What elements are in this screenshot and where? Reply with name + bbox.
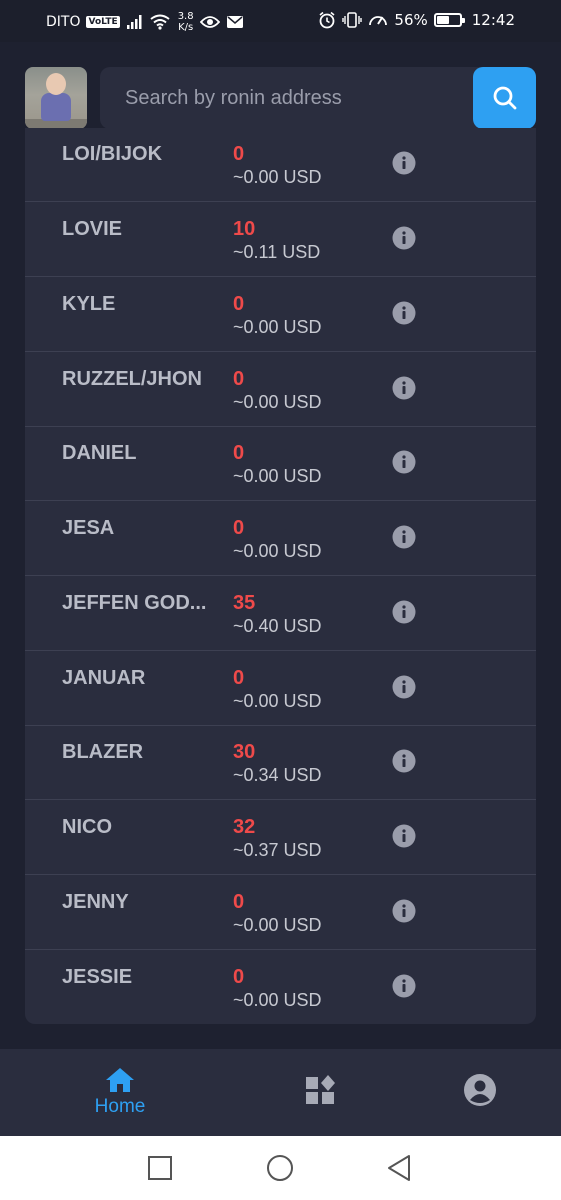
scholar-name: JENNY — [62, 891, 129, 913]
system-nav — [0, 1136, 561, 1200]
list-item[interactable]: BLAZER 30 ~0.34 USD — [25, 725, 536, 800]
usd-value: ~0.34 USD — [233, 765, 322, 785]
home-button[interactable] — [264, 1152, 296, 1184]
signal-icon — [126, 15, 142, 29]
mail-icon — [226, 16, 243, 28]
carrier-name: DITO — [46, 14, 81, 30]
slp-amount: 0 — [233, 517, 245, 539]
slp-amount: 30 — [233, 741, 256, 763]
slp-amount: 35 — [233, 592, 256, 614]
slp-amount: 0 — [233, 368, 245, 390]
back-triangle-icon — [388, 1155, 410, 1181]
scholar-name: JANUAR — [62, 667, 146, 689]
scholar-name: RUZZEL/JHON — [62, 368, 202, 390]
nav-profile[interactable] — [420, 1049, 540, 1136]
battery-percent: 56% — [394, 11, 428, 29]
list-item[interactable]: JANUAR 0 ~0.00 USD — [25, 651, 536, 726]
list-item[interactable]: NICO 32 ~0.37 USD — [25, 800, 536, 875]
home-icon — [106, 1068, 134, 1092]
clock: 12:42 — [471, 11, 515, 29]
list-item[interactable]: JESA 0 ~0.00 USD — [25, 501, 536, 576]
info-icon[interactable] — [392, 600, 416, 624]
scholar-name: LOVIE — [62, 218, 123, 240]
bottom-nav: Home — [0, 1049, 561, 1136]
volte-badge: VoLTE — [86, 16, 120, 28]
nav-widgets[interactable] — [260, 1049, 380, 1136]
list-item[interactable]: LOVIE 10 ~0.11 USD — [25, 202, 536, 277]
list-item[interactable]: KYLE 0 ~0.00 USD — [25, 277, 536, 352]
usd-value: ~0.11 USD — [233, 242, 321, 262]
slp-amount: 0 — [233, 293, 245, 315]
search-input[interactable] — [100, 67, 473, 129]
info-icon[interactable] — [392, 376, 416, 400]
scholar-name: BLAZER — [62, 741, 144, 763]
speedometer-icon — [369, 16, 388, 26]
usd-value: ~0.00 USD — [233, 317, 322, 337]
info-icon[interactable] — [392, 824, 416, 848]
list-item[interactable]: RUZZEL/JHON 0 ~0.00 USD — [25, 352, 536, 427]
scholar-name: JESSIE — [62, 966, 133, 988]
scholar-name: NICO — [62, 816, 112, 838]
status-bar: DITO VoLTE 3.8 K/s 56% 12:42 — [0, 0, 561, 42]
info-icon[interactable] — [392, 675, 416, 699]
info-icon[interactable] — [392, 301, 416, 325]
slp-amount: 0 — [233, 143, 245, 165]
info-icon[interactable] — [392, 525, 416, 549]
network-speed: 3.8 K/s — [178, 11, 194, 33]
search-bar — [100, 67, 536, 129]
info-icon[interactable] — [392, 899, 416, 923]
widgets-icon — [306, 1075, 335, 1104]
usd-value: ~0.00 USD — [233, 691, 322, 711]
eye-icon — [199, 16, 220, 28]
usd-value: ~0.00 USD — [233, 392, 322, 412]
battery-icon — [433, 13, 465, 27]
back-button[interactable] — [383, 1152, 415, 1184]
scholar-list: LOI/BIJOK 0 ~0.00 USD LOVIE 10 ~0.11 USD… — [25, 128, 536, 1024]
list-item[interactable]: DANIEL 0 ~0.00 USD — [25, 426, 536, 501]
nav-home[interactable]: Home — [60, 1049, 180, 1136]
info-icon[interactable] — [392, 151, 416, 175]
avatar[interactable] — [25, 67, 87, 129]
scholar-name: DANIEL — [62, 442, 137, 464]
search-button[interactable] — [473, 67, 536, 129]
slp-amount: 0 — [233, 966, 245, 988]
info-icon[interactable] — [392, 226, 416, 250]
recents-button[interactable] — [144, 1152, 176, 1184]
slp-amount: 32 — [233, 816, 256, 838]
account-icon — [464, 1074, 496, 1106]
circle-icon — [267, 1155, 293, 1181]
network-speed-value: 3.8 — [177, 11, 194, 22]
list-item[interactable]: JENNY 0 ~0.00 USD — [25, 875, 536, 950]
list-item[interactable]: JEFFEN GOD... 35 ~0.40 USD — [25, 576, 536, 651]
scholar-name: LOI/BIJOK — [62, 143, 163, 165]
usd-value: ~0.00 USD — [233, 541, 322, 561]
usd-value: ~0.40 USD — [233, 616, 322, 636]
usd-value: ~0.37 USD — [233, 840, 322, 860]
usd-value: ~0.00 USD — [233, 466, 322, 486]
usd-value: ~0.00 USD — [233, 915, 322, 935]
wifi-icon — [150, 14, 170, 30]
info-icon[interactable] — [392, 450, 416, 474]
search-icon — [493, 86, 516, 110]
scholar-name: JEFFEN GOD... — [62, 592, 207, 614]
slp-amount: 0 — [233, 667, 245, 689]
info-icon[interactable] — [392, 974, 416, 998]
alarm-icon — [319, 11, 335, 29]
battery-fill — [436, 16, 450, 24]
usd-value: ~0.00 USD — [233, 990, 322, 1010]
list-item[interactable]: JESSIE 0 ~0.00 USD — [25, 950, 536, 1024]
scholar-name: KYLE — [62, 293, 116, 315]
network-speed-unit: K/s — [178, 22, 194, 33]
info-icon[interactable] — [392, 749, 416, 773]
slp-amount: 0 — [233, 442, 245, 464]
slp-amount: 10 — [233, 218, 256, 240]
square-icon — [148, 1156, 172, 1180]
nav-home-label: Home — [94, 1096, 146, 1117]
slp-amount: 0 — [233, 891, 245, 913]
vibrate-icon — [342, 12, 363, 28]
usd-value: ~0.00 USD — [233, 167, 322, 187]
list-item[interactable]: LOI/BIJOK 0 ~0.00 USD — [25, 128, 536, 202]
scholar-name: JESA — [62, 517, 115, 539]
